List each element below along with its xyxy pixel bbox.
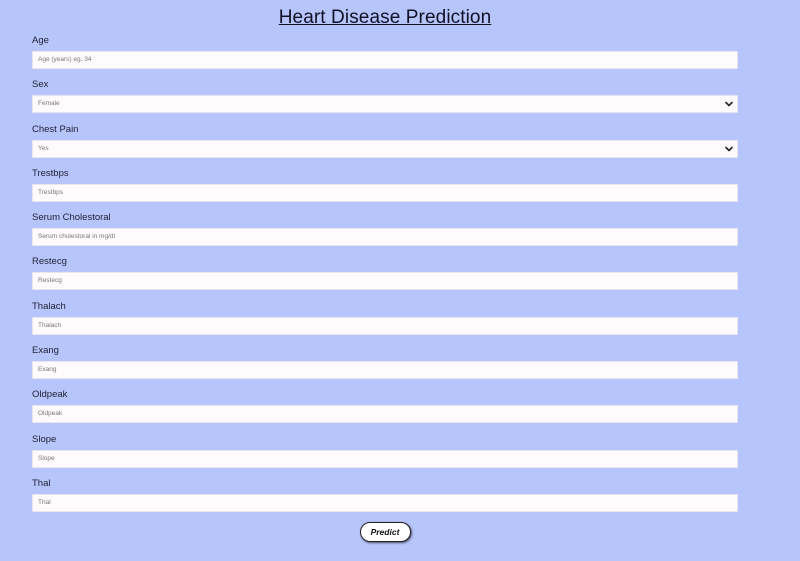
chest-pain-label: Chest Pain (32, 123, 79, 135)
predict-button-container: Predict (0, 522, 770, 542)
sex-label: Sex (32, 79, 49, 91)
slope-input[interactable]: Slope (32, 449, 738, 468)
restecg-label: Restecg (32, 256, 67, 268)
field-trestbps: Trestbps Trestbps (32, 167, 738, 211)
oldpeak-label: Oldpeak (32, 389, 68, 401)
serum-cholestoral-input[interactable]: Serum cholestoral in mg/dl (32, 228, 738, 247)
thal-input[interactable]: Thal (32, 493, 738, 512)
sex-select-value: Female (38, 100, 60, 108)
thalach-label: Thalach (32, 300, 66, 312)
field-chest-pain: Chest Pain Yes (32, 123, 738, 167)
trestbps-input[interactable]: Trestbps (32, 183, 738, 202)
page-title: Heart Disease Prediction (278, 7, 492, 28)
chest-pain-select-value: Yes (38, 144, 49, 152)
field-slope: Slope Slope (32, 433, 738, 477)
sex-select[interactable]: Female (32, 95, 738, 114)
trestbps-label: Trestbps (32, 167, 69, 179)
field-serum-cholestoral: Serum Cholestoral Serum cholestoral in m… (32, 211, 738, 255)
age-label: Age (32, 35, 49, 46)
chest-pain-select[interactable]: Yes (32, 139, 738, 158)
field-thalach: Thalach Thalach (32, 300, 738, 344)
thalach-input[interactable]: Thalach (32, 316, 738, 335)
thal-label: Thal (32, 477, 51, 489)
chevron-down-icon (725, 146, 733, 151)
age-input[interactable]: Age (years) eg. 34 (32, 51, 738, 69)
field-sex: Sex Female (32, 78, 738, 122)
exang-input[interactable]: Exang (32, 361, 738, 380)
field-exang: Exang Exang (32, 344, 738, 388)
field-age: Age Age (years) eg. 34 (32, 34, 738, 78)
exang-label: Exang (32, 345, 59, 357)
restecg-input[interactable]: Restecg (32, 272, 738, 291)
serum-cholestoral-label: Serum Cholestoral (32, 212, 111, 224)
oldpeak-input[interactable]: Oldpeak (32, 405, 738, 424)
field-thal: Thal Thal (32, 477, 738, 521)
predict-button[interactable]: Predict (359, 522, 411, 542)
chevron-down-icon (725, 101, 733, 107)
field-restecg: Restecg Restecg (32, 255, 738, 299)
slope-label: Slope (32, 433, 57, 445)
prediction-form: Age Age (years) eg. 34 Sex Female Chest … (32, 34, 738, 521)
page: Heart Disease Prediction Age Age (years)… (0, 0, 800, 561)
field-oldpeak: Oldpeak Oldpeak (32, 388, 738, 432)
